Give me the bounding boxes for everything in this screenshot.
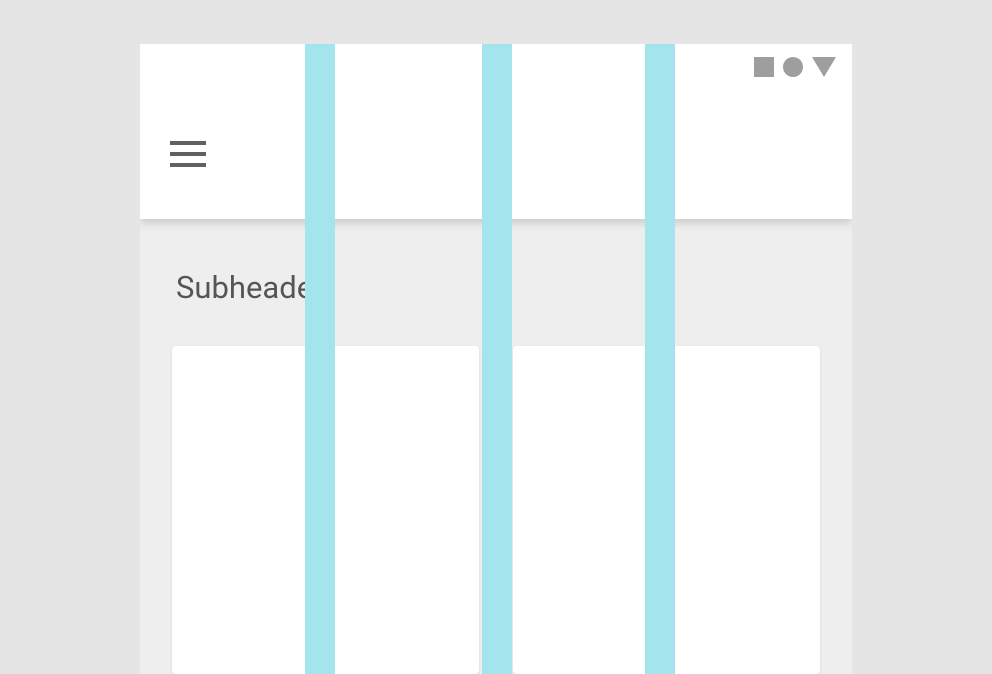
content-area: Subheader	[140, 269, 852, 674]
device-frame: Subheader	[140, 44, 852, 674]
menu-icon[interactable]	[170, 141, 206, 167]
status-icons	[754, 57, 836, 77]
app-bar	[140, 89, 852, 219]
hamburger-line	[170, 163, 206, 167]
card[interactable]	[513, 346, 820, 674]
subheader: Subheader	[172, 269, 820, 306]
status-bar	[140, 44, 852, 89]
status-circle-icon	[783, 57, 803, 77]
hamburger-line	[170, 141, 206, 145]
card[interactable]	[172, 346, 479, 674]
card-grid	[172, 346, 820, 674]
status-triangle-icon	[812, 57, 836, 77]
status-square-icon	[754, 57, 774, 77]
hamburger-line	[170, 152, 206, 156]
